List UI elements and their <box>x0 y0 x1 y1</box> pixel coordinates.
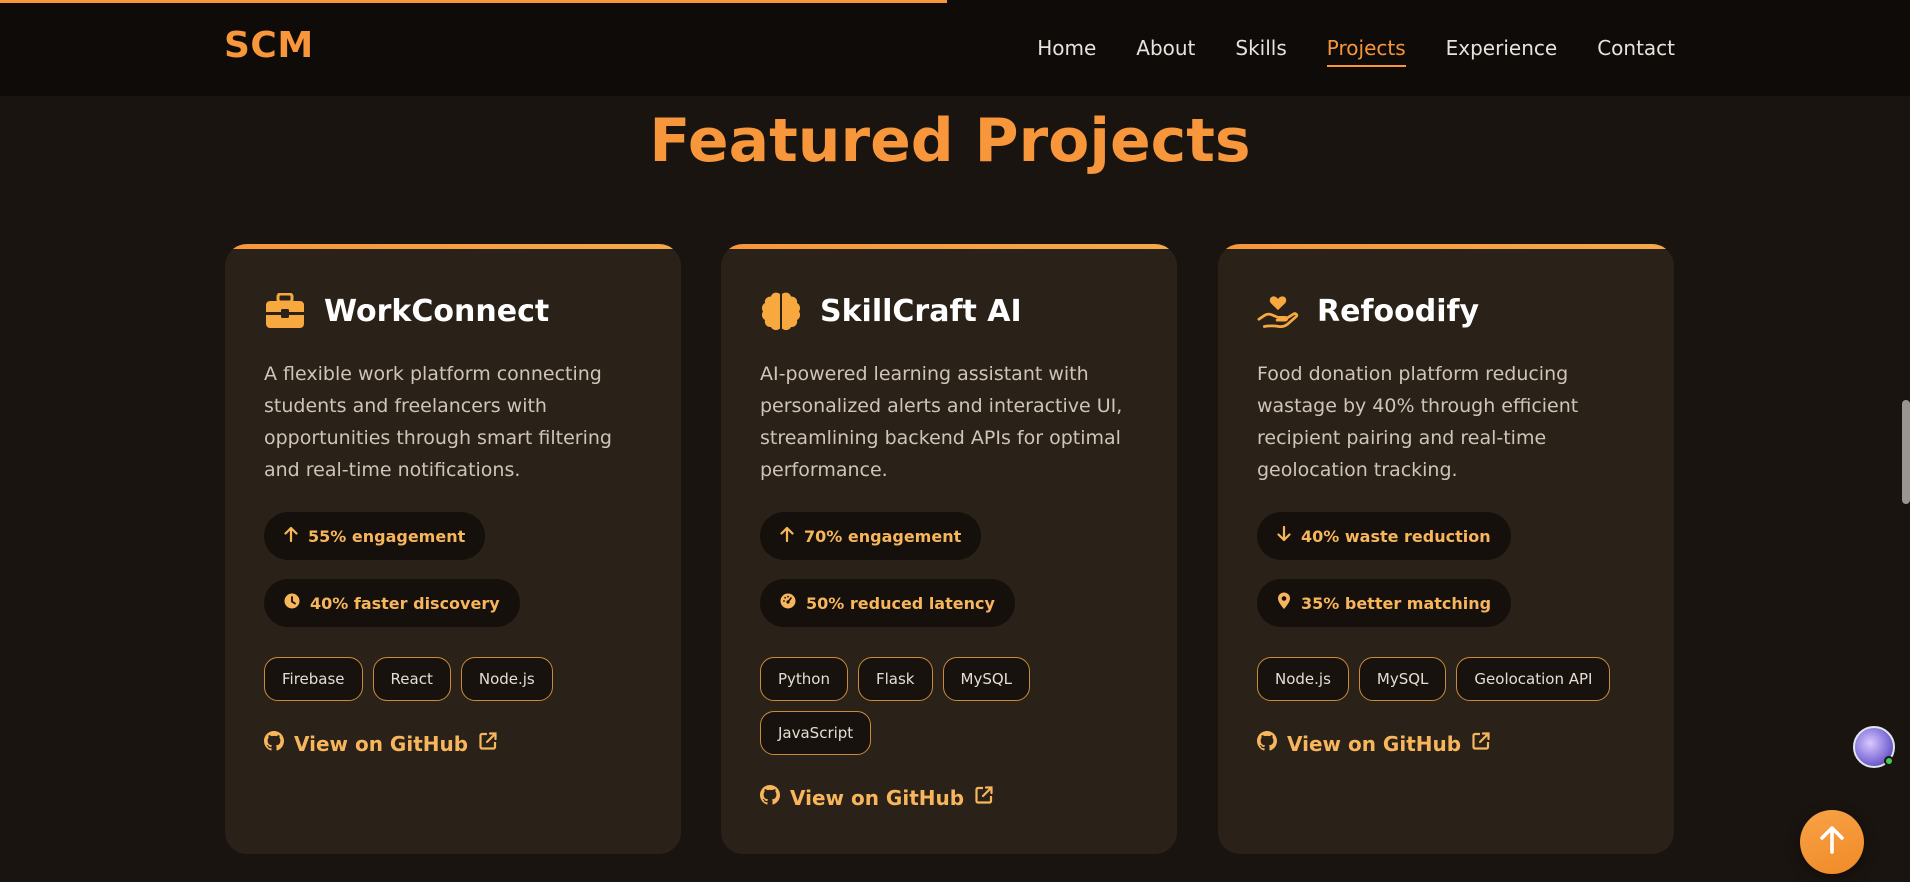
metric-label: 70% engagement <box>804 526 962 546</box>
nav-projects[interactable]: Projects <box>1326 36 1406 67</box>
metric-label: 55% engagement <box>308 526 466 546</box>
tech-tag: MySQL <box>1358 657 1447 701</box>
site-header: SCM Home About Skills Projects Experienc… <box>0 0 1910 96</box>
scroll-progress-bar <box>0 0 1910 3</box>
external-link-icon <box>974 785 994 810</box>
metric-badge: 35% better matching <box>1257 579 1512 627</box>
scroll-to-top-button[interactable] <box>1800 810 1864 874</box>
tech-tag: Geolocation API <box>1456 657 1611 701</box>
scroll-progress-fill <box>0 0 948 3</box>
hand-heart-icon <box>1257 290 1299 332</box>
metric-badge: 40% faster discovery <box>264 579 520 627</box>
project-description: Food donation platform reducing wastage … <box>1257 363 1579 481</box>
github-icon <box>264 731 284 756</box>
project-card-refoodify: Refoodify Food donation platform reducin… <box>1218 244 1674 854</box>
tech-tag: JavaScript <box>760 711 872 755</box>
github-link[interactable]: View on GitHub <box>264 731 498 756</box>
metric-badge: 70% engagement <box>760 512 982 560</box>
section-title: Featured Projects <box>649 106 1251 176</box>
nav-experience[interactable]: Experience <box>1446 36 1558 60</box>
metric-label: 40% faster discovery <box>310 593 500 613</box>
brain-icon <box>760 290 802 332</box>
arrow-down-icon <box>1277 525 1291 546</box>
metric-label: 40% waste reduction <box>1301 526 1491 546</box>
briefcase-icon <box>264 290 306 332</box>
github-link[interactable]: View on GitHub <box>1257 731 1491 756</box>
arrow-up-icon <box>284 526 298 546</box>
arrow-up-icon <box>1819 826 1845 858</box>
tech-tag: Python <box>760 657 848 701</box>
clock-icon <box>284 593 300 613</box>
tech-tags: Node.js MySQL Geolocation API <box>1257 657 1635 701</box>
github-link[interactable]: View on GitHub <box>760 785 994 810</box>
gauge-icon <box>780 593 796 613</box>
tech-tag: MySQL <box>942 657 1031 701</box>
online-status-dot <box>1884 756 1894 766</box>
github-icon <box>1257 731 1277 756</box>
tech-tag: Node.js <box>1257 657 1349 701</box>
project-card-workconnect: WorkConnect A flexible work platform con… <box>225 244 681 854</box>
tech-tag: Firebase <box>264 657 363 701</box>
project-title: Refoodify <box>1317 293 1480 329</box>
metric-badge: 40% waste reduction <box>1257 512 1511 560</box>
github-link-label: View on GitHub <box>790 785 965 810</box>
github-link-label: View on GitHub <box>294 731 469 756</box>
github-icon <box>760 785 780 810</box>
site-logo[interactable]: SCM <box>224 25 314 66</box>
external-link-icon <box>478 731 498 756</box>
nav-home[interactable]: Home <box>1037 36 1096 60</box>
main-nav: Home About Skills Projects Experience Co… <box>1037 36 1675 67</box>
tech-tag: React <box>372 657 451 701</box>
project-description: AI-powered learning assistant with perso… <box>760 363 1123 481</box>
tech-tag: Node.js <box>460 657 553 701</box>
github-link-label: View on GitHub <box>1287 731 1462 756</box>
metric-label: 35% better matching <box>1301 593 1492 613</box>
nav-about[interactable]: About <box>1136 36 1195 60</box>
tech-tags: Python Flask MySQL JavaScript <box>760 657 1138 755</box>
project-description: A flexible work platform connecting stud… <box>264 363 612 481</box>
project-card-skillcraft-ai: SkillCraft AI AI-powered learning assist… <box>721 244 1177 854</box>
metric-badge: 50% reduced latency <box>760 579 1015 627</box>
nav-skills[interactable]: Skills <box>1235 36 1286 60</box>
map-pin-icon <box>1277 592 1291 614</box>
project-title: SkillCraft AI <box>820 293 1022 329</box>
metric-badge: 55% engagement <box>264 512 486 560</box>
nav-contact[interactable]: Contact <box>1597 36 1675 60</box>
tech-tags: Firebase React Node.js <box>264 657 642 701</box>
project-title: WorkConnect <box>324 293 550 329</box>
tech-tag: Flask <box>858 657 933 701</box>
metric-label: 50% reduced latency <box>806 593 995 613</box>
external-link-icon <box>1471 731 1491 756</box>
arrow-up-icon <box>780 526 794 546</box>
page-scrollbar-thumb[interactable] <box>1902 400 1910 504</box>
